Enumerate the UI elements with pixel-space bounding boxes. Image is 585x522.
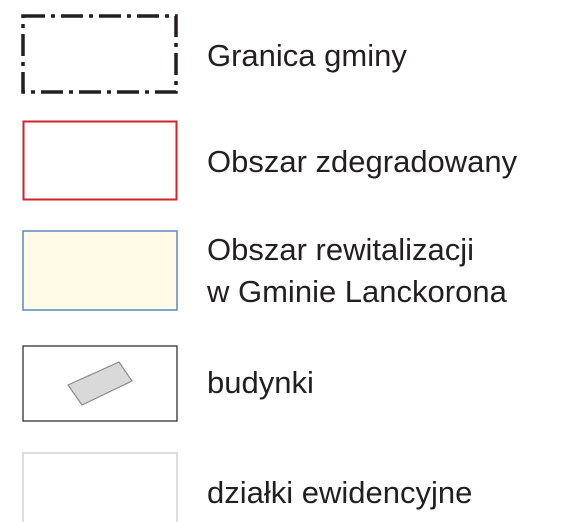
buildings-label: budynki [207, 365, 314, 400]
revitalization-area-label-line2: w Gminie Lanckorona [207, 274, 507, 309]
buildings-symbol [22, 345, 178, 422]
municipality-boundary-symbol [21, 14, 178, 94]
revitalization-area-label-line1: Obszar rewitalizacji [207, 232, 475, 267]
parcels-symbol [22, 452, 178, 522]
map-legend: Granica gminy Obszar zdegradowany Obszar… [0, 0, 585, 522]
municipality-boundary-label: Granica gminy [207, 38, 407, 73]
revitalization-area-label: Obszar rewitalizacji w Gminie Lanckorona [207, 229, 507, 313]
degraded-area-label: Obszar zdegradowany [207, 144, 518, 179]
parcels-label: działki ewidencyjne [207, 475, 473, 510]
revitalization-area-symbol [22, 230, 178, 311]
degraded-area-symbol [22, 120, 178, 201]
